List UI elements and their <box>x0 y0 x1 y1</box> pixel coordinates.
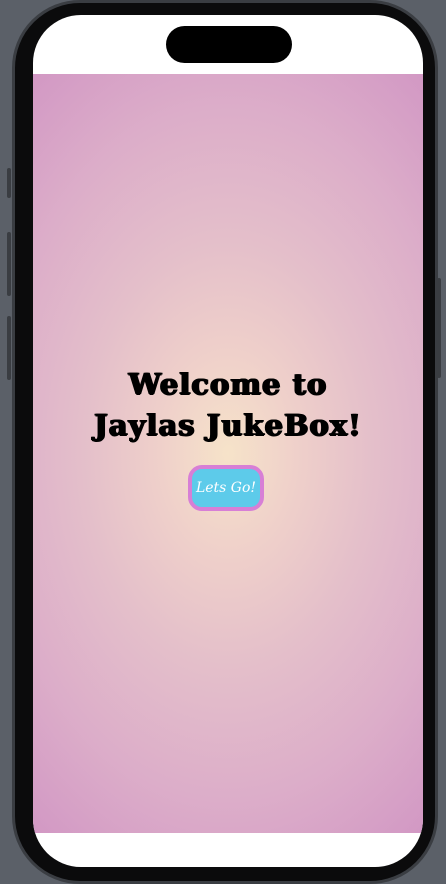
lets-go-button[interactable]: Lets Go! <box>188 465 264 511</box>
welcome-title-line2: Jaylas JukeBox! <box>94 408 362 442</box>
volume-up-button <box>7 232 11 296</box>
action-button <box>7 168 11 198</box>
dynamic-island <box>166 26 292 63</box>
welcome-title-line1: Welcome to <box>128 367 328 401</box>
welcome-view: Welcome to Jaylas JukeBox! Lets Go! <box>33 74 423 833</box>
phone-screen: Welcome to Jaylas JukeBox! Lets Go! <box>33 15 423 867</box>
welcome-title: Welcome to Jaylas JukeBox! <box>33 364 423 446</box>
phone-frame: Welcome to Jaylas JukeBox! Lets Go! <box>12 0 438 884</box>
volume-down-button <box>7 316 11 380</box>
